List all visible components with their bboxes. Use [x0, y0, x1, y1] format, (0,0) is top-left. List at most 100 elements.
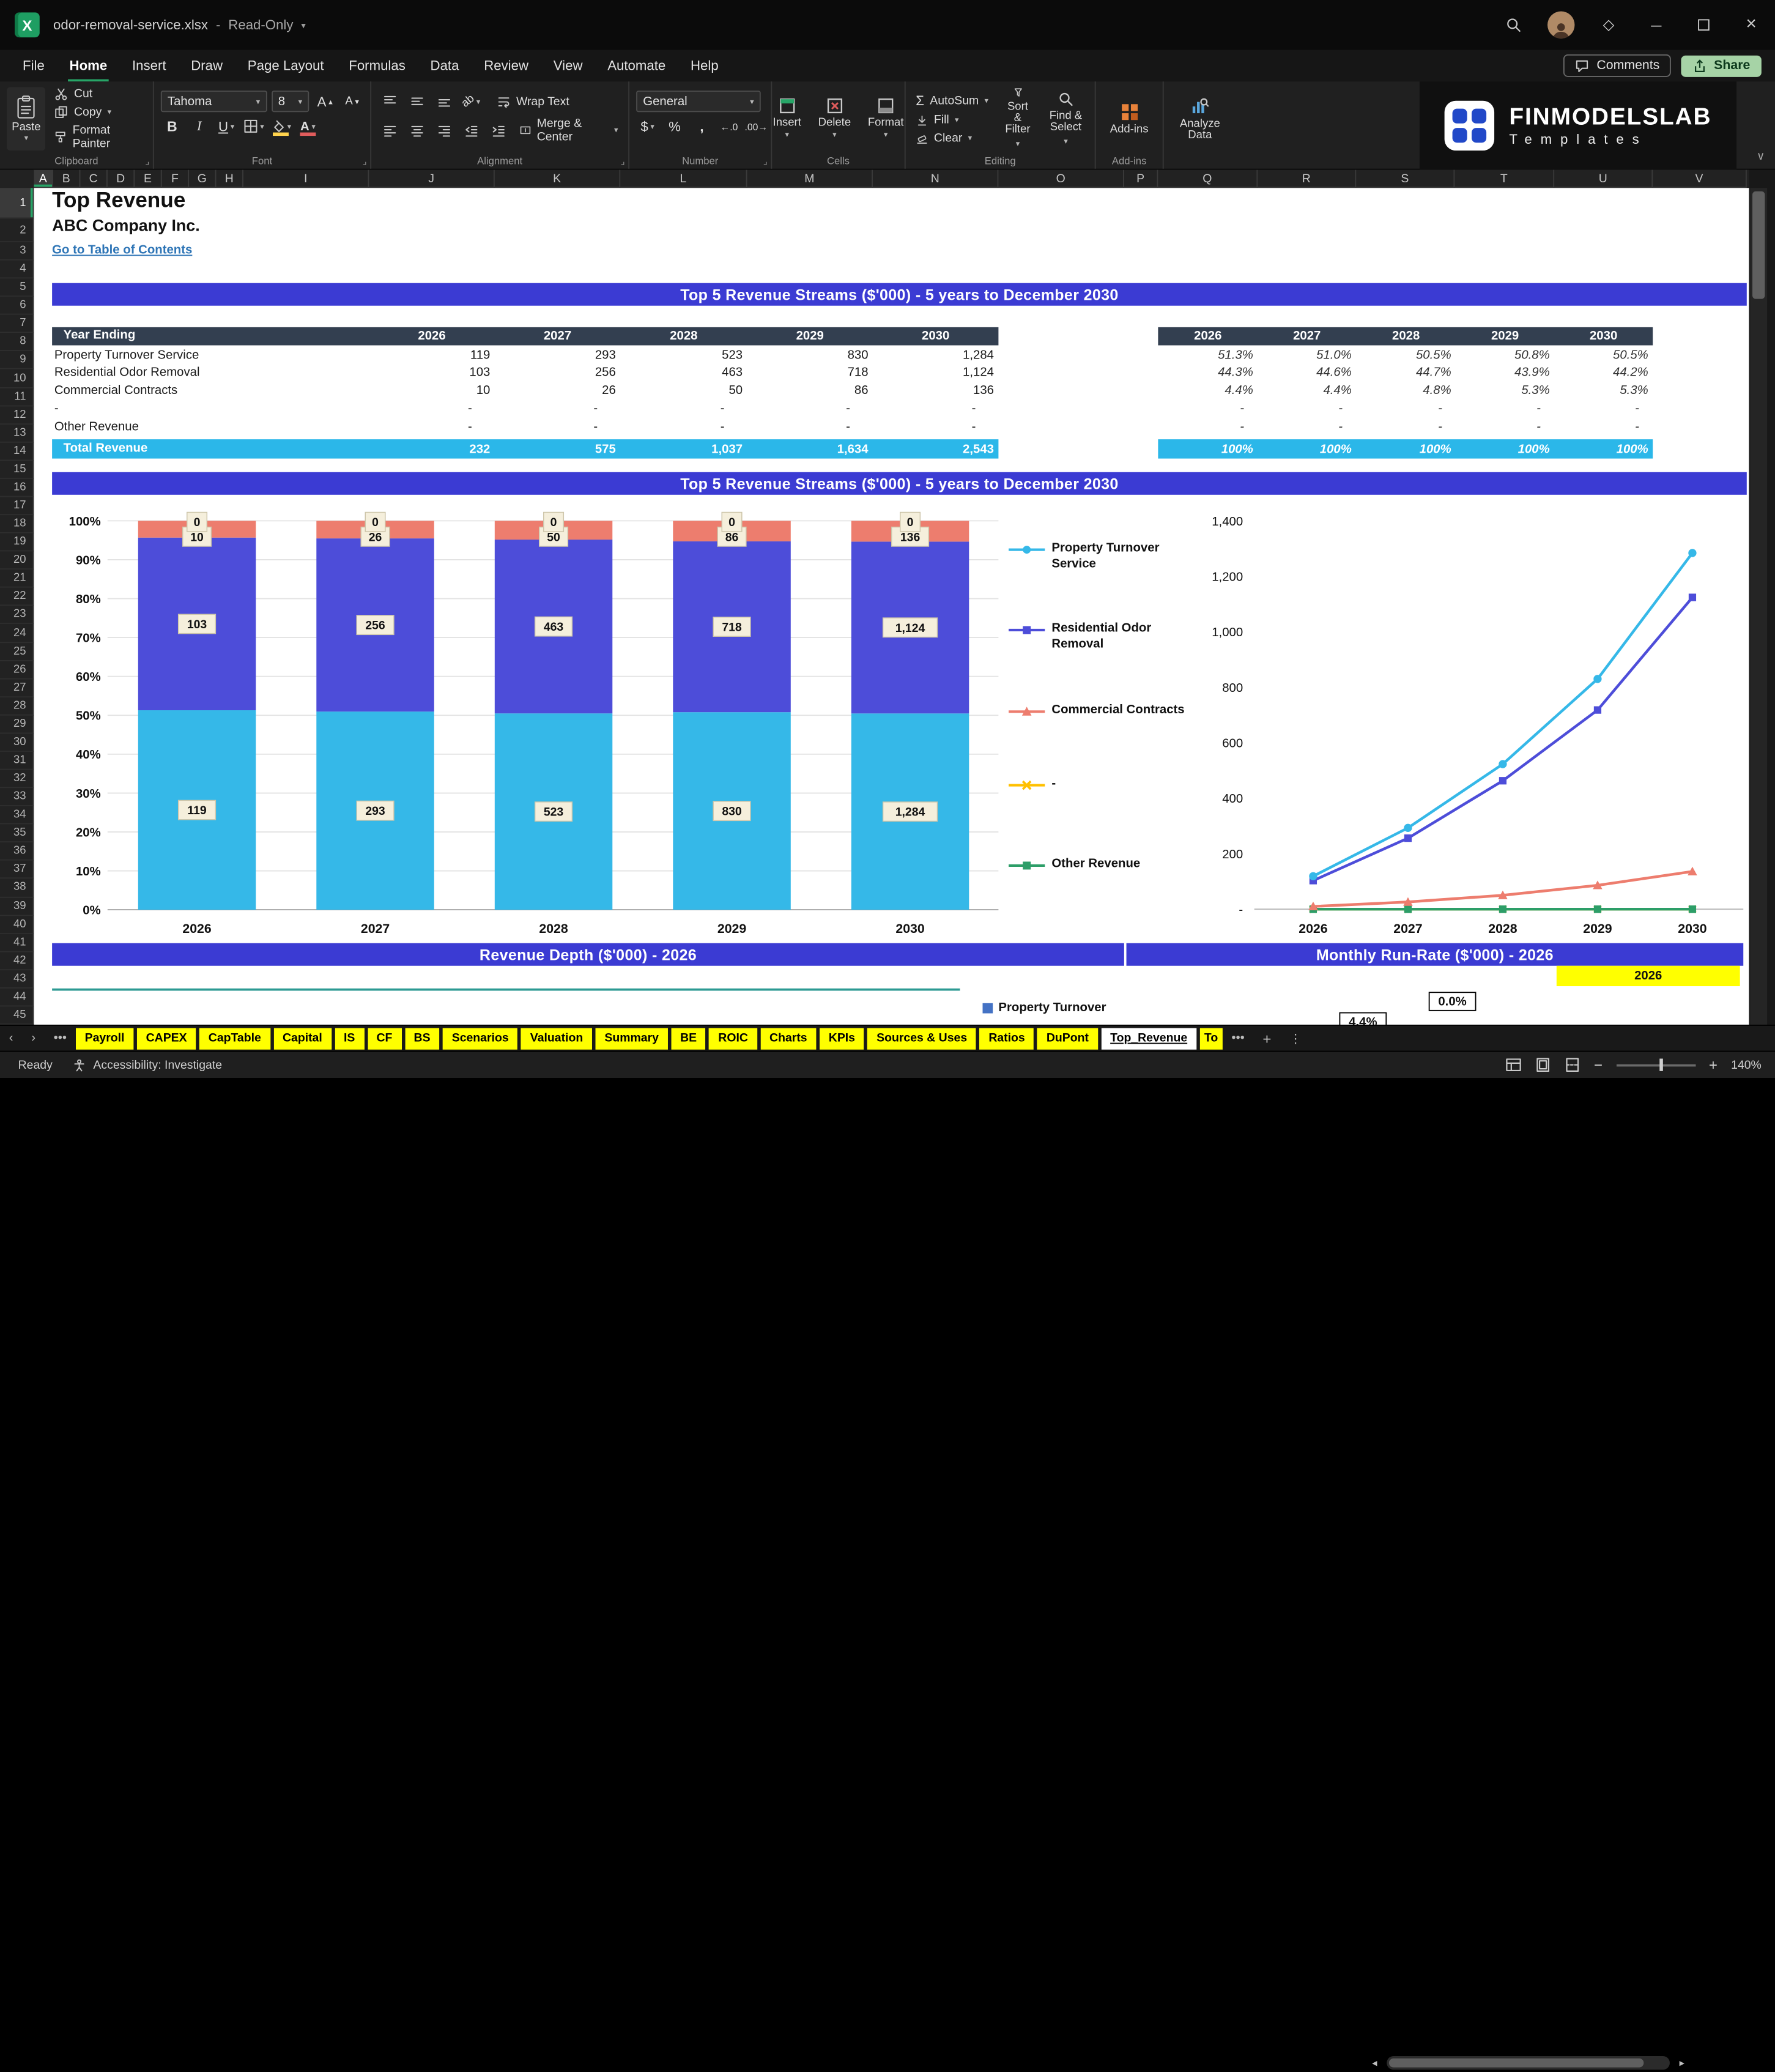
legend-item-property-turnover-service[interactable]: Property Turnover Service — [1007, 541, 1185, 572]
sheet-tab-valuation[interactable]: Valuation — [521, 1027, 593, 1049]
table-cell-4-0[interactable]: - — [388, 418, 491, 436]
share-cell-0-2[interactable]: 50.5% — [1372, 347, 1451, 364]
scroll-right-arrow-icon[interactable]: ▸ — [1670, 2057, 1694, 2069]
table-cell-3-2[interactable]: - — [641, 401, 743, 418]
horizontal-scrollbar-thumb[interactable] — [1388, 2058, 1645, 2068]
zoom-slider[interactable] — [1616, 1058, 1695, 1071]
table-row-label-blank[interactable]: - — [54, 401, 362, 418]
table-cell-1-1[interactable]: 256 — [514, 365, 616, 382]
vertical-scrollbar[interactable] — [1750, 188, 1768, 1025]
zoom-in-button[interactable]: + — [1709, 1056, 1718, 1074]
table-cell-3-4[interactable]: - — [892, 401, 994, 418]
sheet-tab-roic[interactable]: ROIC — [709, 1027, 757, 1049]
table-cell-1-4[interactable]: 1,124 — [892, 365, 994, 382]
sheet-tab-capex[interactable]: CAPEX — [136, 1027, 196, 1049]
table-cell-2-1[interactable]: 26 — [514, 383, 616, 400]
share-cell-4-3[interactable]: - — [1470, 418, 1550, 436]
page-layout-view-icon[interactable] — [1535, 1058, 1551, 1072]
zoom-out-button[interactable]: − — [1594, 1056, 1603, 1074]
table-row-label-property-turnover-service[interactable]: Property Turnover Service — [54, 347, 362, 364]
sheet-tab-captable[interactable]: CapTable — [199, 1027, 270, 1049]
table-cell-4-4[interactable]: - — [892, 418, 994, 436]
table-cell-1-3[interactable]: 718 — [766, 365, 869, 382]
sheet-tab-capital[interactable]: Capital — [273, 1027, 332, 1049]
tab-scroll-right-icon[interactable]: › — [22, 1031, 44, 1045]
share-cell-0-0[interactable]: 51.3% — [1174, 347, 1253, 364]
table-row-label-other-revenue[interactable]: Other Revenue — [54, 418, 362, 436]
share-cell-0-1[interactable]: 51.0% — [1272, 347, 1352, 364]
share-cell-2-4[interactable]: 5.3% — [1569, 383, 1648, 400]
share-cell-2-1[interactable]: 4.4% — [1272, 383, 1351, 400]
sheet-tab-summary[interactable]: Summary — [595, 1027, 668, 1049]
share-cell-3-1[interactable]: - — [1272, 401, 1352, 418]
share-cell-1-1[interactable]: 44.6% — [1272, 365, 1352, 382]
table-cell-3-3[interactable]: - — [766, 401, 869, 418]
legend-item-commercial-contracts[interactable]: Commercial Contracts — [1007, 703, 1185, 720]
share-cell-2-3[interactable]: 5.3% — [1470, 383, 1549, 400]
vertical-scrollbar-thumb[interactable] — [1752, 191, 1765, 299]
share-cell-4-1[interactable]: - — [1272, 418, 1352, 436]
share-cell-3-3[interactable]: - — [1470, 401, 1550, 418]
share-cell-3-2[interactable]: - — [1372, 401, 1451, 418]
table-cell-0-4[interactable]: 1,284 — [892, 347, 994, 364]
table-cell-4-3[interactable]: - — [766, 418, 869, 436]
share-cell-4-4[interactable]: - — [1569, 418, 1648, 436]
horizontal-scrollbar[interactable]: ◂ ▸ — [1363, 2054, 1693, 2072]
share-cell-2-2[interactable]: 4.8% — [1372, 383, 1451, 400]
scroll-left-arrow-icon[interactable]: ◂ — [1363, 2057, 1386, 2069]
table-cell-1-0[interactable]: 103 — [388, 365, 490, 382]
sheet-tab-to[interactable]: To — [1199, 1027, 1223, 1049]
page-break-view-icon[interactable] — [1565, 1058, 1580, 1072]
sheet-tab-is[interactable]: IS — [335, 1027, 365, 1049]
share-cell-2-0[interactable]: 4.4% — [1174, 383, 1253, 400]
table-cell-4-2[interactable]: - — [641, 418, 743, 436]
sheet-tab-dupont[interactable]: DuPont — [1037, 1027, 1098, 1049]
table-cell-2-2[interactable]: 50 — [641, 383, 743, 400]
share-cell-3-0[interactable]: - — [1174, 401, 1253, 418]
table-cell-3-1[interactable]: - — [514, 401, 616, 418]
toc-link[interactable]: Go to Table of Contents — [52, 243, 192, 257]
zoom-slider-thumb[interactable] — [1659, 1058, 1663, 1071]
sheet-tab-top-revenue[interactable]: Top_Revenue — [1101, 1027, 1196, 1049]
zoom-level[interactable]: 140% — [1731, 1058, 1762, 1072]
table-cell-0-2[interactable]: 523 — [641, 347, 743, 364]
runrate-year-cell[interactable]: 2026 — [1556, 965, 1740, 987]
share-cell-1-3[interactable]: 43.9% — [1470, 365, 1550, 382]
sheet-tab-scenarios[interactable]: Scenarios — [442, 1027, 518, 1049]
table-cell-1-2[interactable]: 463 — [641, 365, 743, 382]
tab-overflow-icon[interactable]: ••• — [1223, 1031, 1254, 1045]
tab-list-icon[interactable]: ••• — [45, 1031, 76, 1045]
share-cell-4-2[interactable]: - — [1372, 418, 1451, 436]
collapse-ribbon-icon[interactable]: ∨ — [1757, 150, 1765, 163]
new-sheet-button[interactable]: + — [1254, 1030, 1281, 1047]
sheet-tab-charts[interactable]: Charts — [760, 1027, 817, 1049]
share-cell-1-4[interactable]: 44.2% — [1569, 365, 1648, 382]
share-cell-0-4[interactable]: 50.5% — [1569, 347, 1648, 364]
table-cell-2-0[interactable]: 10 — [388, 383, 491, 400]
table-cell-0-0[interactable]: 119 — [388, 347, 490, 364]
legend-item-residential-odor-removal[interactable]: Residential Odor Removal — [1007, 622, 1185, 652]
share-cell-1-2[interactable]: 44.7% — [1372, 365, 1451, 382]
share-cell-4-0[interactable]: - — [1174, 418, 1253, 436]
share-cell-0-3[interactable]: 50.8% — [1470, 347, 1550, 364]
sheet-tab-payroll[interactable]: Payroll — [75, 1027, 134, 1049]
share-cell-1-0[interactable]: 44.3% — [1174, 365, 1253, 382]
table-cell-4-1[interactable]: - — [514, 418, 616, 436]
runrate-percent-cell[interactable]: 0.0% — [1428, 992, 1477, 1011]
tab-menu-icon[interactable]: ⋮ — [1280, 1031, 1311, 1045]
sheet-tab-kpis[interactable]: KPIs — [819, 1027, 864, 1049]
table-row-label-commercial-contracts[interactable]: Commercial Contracts — [54, 383, 362, 400]
sheet-tab-bs[interactable]: BS — [404, 1027, 440, 1049]
normal-view-icon[interactable] — [1505, 1058, 1521, 1072]
table-cell-3-0[interactable]: - — [388, 401, 491, 418]
legend-item-blank[interactable]: - — [1007, 777, 1185, 794]
table-cell-2-4[interactable]: 136 — [892, 383, 994, 400]
table-row-label-residential-odor-removal[interactable]: Residential Odor Removal — [54, 365, 362, 382]
legend-item-other-revenue[interactable]: Other Revenue — [1007, 857, 1185, 874]
sheet-tab-be[interactable]: BE — [671, 1027, 706, 1049]
share-cell-3-4[interactable]: - — [1569, 401, 1648, 418]
table-cell-0-3[interactable]: 830 — [766, 347, 869, 364]
sheet-tab-ratios[interactable]: Ratios — [979, 1027, 1034, 1049]
sheet-tab-sources-uses[interactable]: Sources & Uses — [867, 1027, 976, 1049]
tab-scroll-left-icon[interactable]: ‹ — [0, 1031, 22, 1045]
